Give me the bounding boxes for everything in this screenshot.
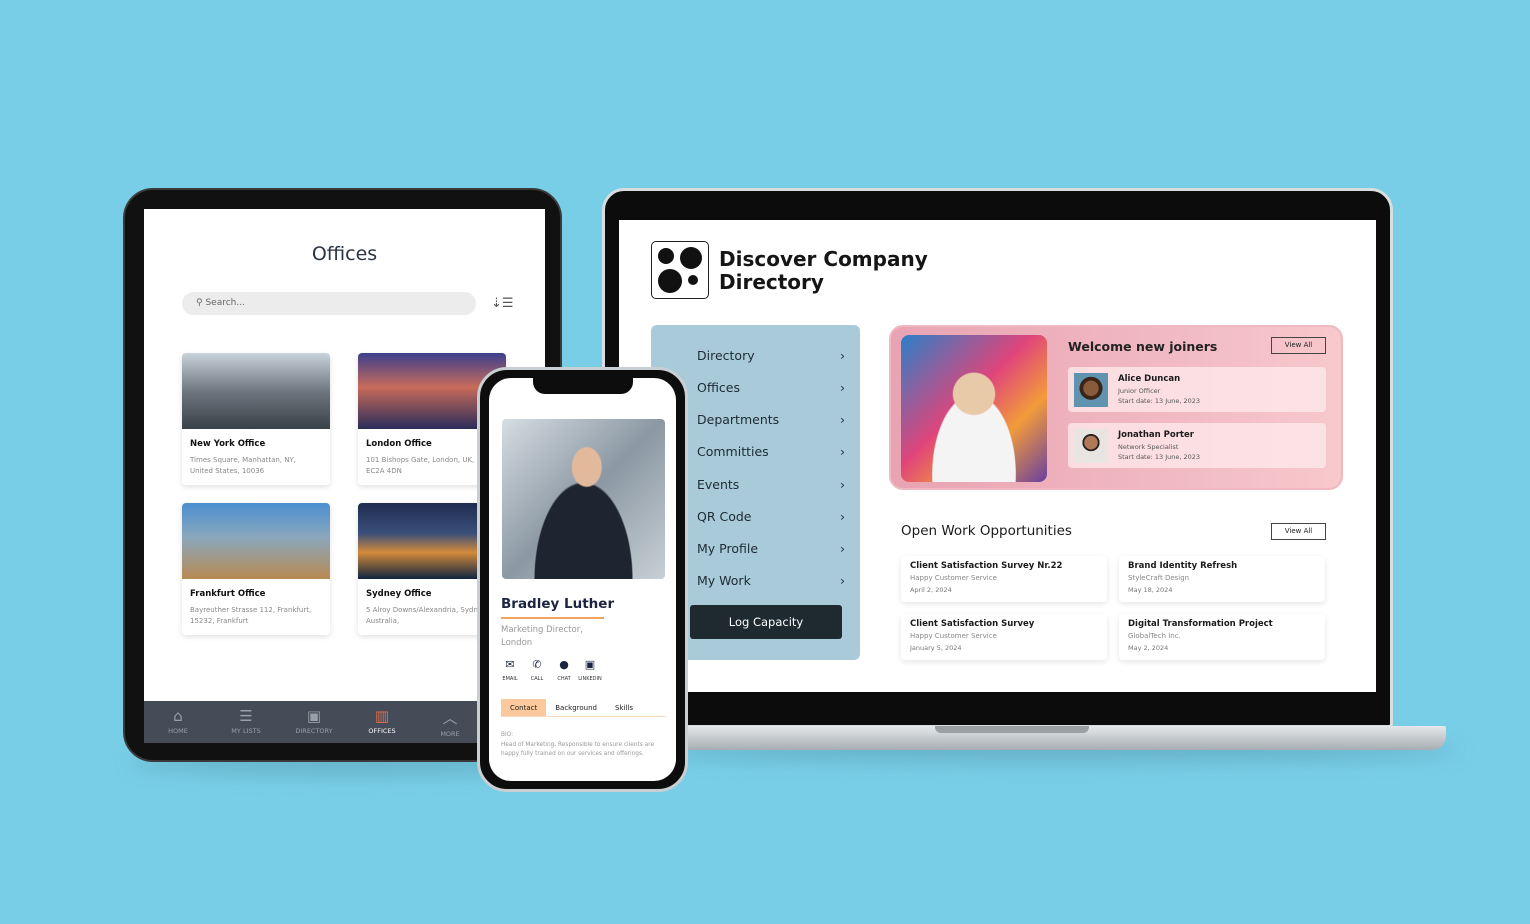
- phone-device: Bradley Luther Marketing Director, London…: [477, 367, 688, 792]
- avatar: [1074, 429, 1108, 463]
- menu-item-my-work[interactable]: My Work ›: [697, 573, 845, 588]
- joiner-role: Junior Officer: [1118, 387, 1161, 395]
- joiner-start-date: Start date: 13 June, 2023: [1118, 453, 1201, 461]
- nav-directory[interactable]: ▣ DIRECTORY: [280, 701, 348, 743]
- profile-bio: BIO: Head of Marketing, Responsible to en…: [501, 732, 655, 757]
- page-title: Discover Company Directory: [719, 247, 928, 294]
- work-card[interactable]: Client Satisfaction Survey Nr.22 Happy Cu…: [901, 556, 1107, 602]
- nav-label: MORE: [440, 730, 460, 738]
- chevron-right-icon: ›: [840, 477, 845, 492]
- nav-more[interactable]: ︿ MORE: [416, 701, 484, 743]
- phone-notch: [533, 378, 633, 394]
- menu-item-directory[interactable]: Directory ›: [697, 348, 845, 363]
- nav-offices[interactable]: ▥ OFFICES: [348, 701, 416, 743]
- list-icon: ☰: [239, 707, 253, 725]
- office-address: EC2A 4DN: [366, 467, 402, 475]
- call-button[interactable]: ✆ CALL: [522, 658, 552, 682]
- page-title: Offices: [311, 243, 378, 265]
- company-logo: [651, 241, 709, 299]
- home-icon: ⌂: [173, 707, 183, 725]
- section-title: Welcome new joiners: [1068, 339, 1218, 354]
- phone-icon: ✆: [532, 658, 542, 671]
- joiner-card[interactable]: Jonathan Porter Network Specialist Start d…: [1068, 423, 1326, 468]
- menu-item-committies[interactable]: Committies ›: [697, 444, 845, 459]
- office-name: Frankfurt Office: [190, 589, 266, 599]
- laptop-screen: Discover Company Directory Directory › Off…: [619, 220, 1376, 692]
- tab-skills[interactable]: Skills: [606, 699, 642, 716]
- office-address: Australia,: [366, 617, 400, 625]
- search-input[interactable]: ⚲ Search...: [182, 292, 476, 315]
- joiner-card[interactable]: Alice Duncan Junior Officer Start date: 13…: [1068, 367, 1326, 412]
- nav-label: HOME: [168, 727, 188, 735]
- office-address: Bayreuther Strasse 112, Frankfurt,: [190, 606, 312, 614]
- menu-item-qr-code[interactable]: QR Code ›: [697, 509, 845, 524]
- contacts-icon: ▣: [306, 707, 322, 725]
- email-icon: ✉: [505, 658, 515, 671]
- work-card[interactable]: Brand Identity Refresh StyleCraft Design M…: [1119, 556, 1325, 602]
- chevron-right-icon: ›: [840, 348, 845, 363]
- menu-item-events[interactable]: Events ›: [697, 477, 845, 492]
- building-icon: ▥: [374, 707, 390, 725]
- chevron-right-icon: ›: [840, 444, 845, 459]
- office-address: Times Square, Manhattan, NY,: [190, 456, 296, 464]
- linkedin-button[interactable]: ▣ LINKEDIN: [575, 658, 605, 682]
- profile-role: Marketing Director, London: [501, 625, 583, 648]
- office-address: 15232, Frankfurt: [190, 617, 249, 625]
- office-address: United States, 10036: [190, 467, 265, 475]
- sort-icon[interactable]: ⇣☰: [491, 296, 514, 311]
- joiner-role: Network Specialist: [1118, 443, 1179, 451]
- search-placeholder: Search...: [205, 298, 245, 308]
- office-image: [182, 503, 330, 579]
- office-image: [182, 353, 330, 429]
- tab-background[interactable]: Background: [546, 699, 606, 716]
- nav-label: OFFICES: [368, 727, 396, 735]
- joiner-name: Jonathan Porter: [1118, 430, 1194, 440]
- featured-joiner-photo: [901, 335, 1047, 482]
- chevron-up-icon: ︿: [442, 709, 458, 727]
- chevron-right-icon: ›: [840, 509, 845, 524]
- office-card[interactable]: Frankfurt Office Bayreuther Strasse 112, …: [182, 503, 330, 635]
- profile-tabs: Contact Background Skills: [501, 699, 666, 717]
- menu-item-departments[interactable]: Departments ›: [697, 412, 845, 427]
- joiner-name: Alice Duncan: [1118, 374, 1181, 384]
- nav-label: DIRECTORY: [295, 727, 333, 735]
- chevron-right-icon: ›: [840, 412, 845, 427]
- office-address: 101 Bishops Gate, London, UK,: [366, 456, 475, 464]
- divider: [501, 617, 604, 619]
- section-title: Open Work Opportunities: [901, 523, 1072, 539]
- office-card[interactable]: New York Office Times Square, Manhattan, …: [182, 353, 330, 485]
- chat-icon: ●: [559, 658, 569, 671]
- view-all-button[interactable]: View All: [1271, 523, 1326, 540]
- menu-item-offices[interactable]: Offices ›: [697, 380, 845, 395]
- nav-my-lists[interactable]: ☰ MY LISTS: [212, 701, 280, 743]
- joiner-start-date: Start date: 13 June, 2023: [1118, 397, 1201, 405]
- profile-name: Bradley Luther: [501, 596, 615, 612]
- office-name: New York Office: [190, 439, 266, 449]
- welcome-panel: Welcome new joiners View All Alice Dunca…: [889, 325, 1343, 490]
- phone-screen: Bradley Luther Marketing Director, London…: [489, 378, 676, 781]
- email-button[interactable]: ✉ EMAIL: [495, 658, 525, 682]
- nav-home[interactable]: ⌂ HOME: [144, 701, 212, 743]
- chevron-right-icon: ›: [840, 573, 845, 588]
- work-card[interactable]: Digital Transformation Project GlobalTech…: [1119, 614, 1325, 660]
- chevron-right-icon: ›: [840, 380, 845, 395]
- chevron-right-icon: ›: [840, 541, 845, 556]
- nav-label: MY LISTS: [231, 727, 261, 735]
- avatar: [1074, 373, 1108, 407]
- view-all-button[interactable]: View All: [1271, 337, 1326, 354]
- log-capacity-button[interactable]: Log Capacity: [690, 605, 842, 639]
- office-address: 5 Alroy Downs/Alexandria, Sydney: [366, 606, 487, 614]
- laptop-notch: [935, 726, 1089, 733]
- menu-item-my-profile[interactable]: My Profile ›: [697, 541, 845, 556]
- tab-contact[interactable]: Contact: [501, 699, 547, 716]
- profile-photo: [502, 419, 665, 579]
- linkedin-icon: ▣: [584, 658, 596, 671]
- work-card[interactable]: Client Satisfaction Survey Happy Customer…: [901, 614, 1107, 660]
